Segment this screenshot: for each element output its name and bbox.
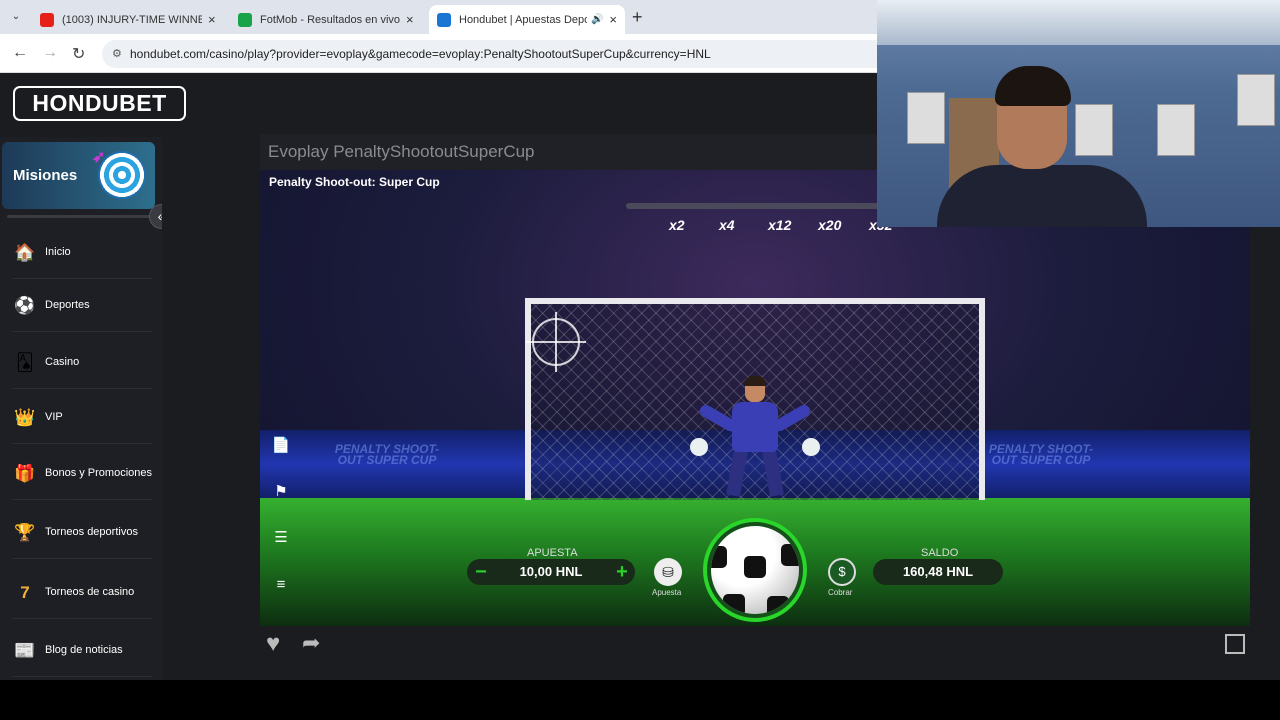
tab-close-icon[interactable]: × — [609, 12, 617, 27]
sidebar-item-label: Torneos deportivos — [45, 526, 138, 538]
tab-close-icon[interactable]: × — [406, 12, 414, 27]
history-list-icon[interactable]: ☰ — [271, 528, 291, 548]
sidebar-item-label: VIP — [45, 411, 63, 423]
multiplier-track: x2 x4 x12 x20 x32 — [626, 203, 906, 243]
sidebar-item-label: Casino — [45, 356, 80, 368]
screen: ⌄ (1003) INJURY-TIME WINNER C × FotMob -… — [0, 0, 1280, 720]
cashout-icon: $ — [838, 564, 846, 579]
multiplier-x12: x12 — [768, 217, 792, 233]
missions-label: Misiones — [13, 167, 78, 184]
sidebar-item-label: Inicio — [45, 246, 71, 258]
sidebar-item-label: Deportes — [45, 299, 90, 311]
sidebar-item-inicio[interactable]: 🏠 Inicio — [12, 227, 152, 279]
banner-text-right: PENALTY SHOOT-OUT SUPER CUP — [988, 442, 1094, 467]
multiplier-x4: x4 — [719, 217, 735, 233]
stake-button-label: Apuesta — [652, 588, 682, 597]
news-icon: 📰 — [14, 641, 36, 660]
slot-seven-icon: 7 — [20, 583, 30, 602]
browser-tab-youtube[interactable]: (1003) INJURY-TIME WINNER C × — [32, 5, 228, 34]
decrease-bet-button[interactable]: − — [468, 559, 494, 585]
multiplier-x2: x2 — [669, 217, 685, 233]
bet-amount-value: 10,00 HNL — [519, 564, 583, 579]
balance-field: 160,48 HNL — [873, 559, 1003, 585]
bet-label: APUESTA — [527, 547, 578, 559]
sidebar-item-casino[interactable]: 🂡 Casino — [12, 337, 152, 389]
sidebar-item-label: Torneos de casino — [45, 586, 135, 598]
balance-value: 160,48 HNL — [902, 564, 974, 579]
site-info-icon[interactable]: ⚙ — [112, 40, 122, 68]
menu-icon[interactable]: ≡ — [271, 575, 291, 595]
card-icon: 🂡 — [16, 353, 34, 372]
sidebar-item-label: Bonos y Promociones — [45, 467, 152, 479]
increase-bet-button[interactable]: + — [609, 559, 635, 585]
site-logo[interactable]: HONDUBET — [13, 86, 186, 121]
tab-close-icon[interactable]: × — [208, 12, 216, 27]
fullscreen-icon[interactable] — [1225, 634, 1245, 654]
url-field[interactable]: ⚙ hondubet.com/casino/play?provider=evop… — [102, 40, 892, 68]
screen-bottom-band — [0, 680, 1280, 720]
stake-coins-button[interactable]: ⛁ — [654, 558, 682, 586]
game-footer-bar — [260, 626, 1250, 661]
multiplier-x20: x20 — [818, 217, 842, 233]
youtube-favicon-icon — [40, 12, 54, 27]
aim-crosshair-icon[interactable] — [526, 312, 586, 372]
speaker-icon[interactable]: 🔊 — [591, 14, 603, 25]
sidebar-divider — [7, 215, 155, 218]
browser-tab-fotmob[interactable]: FotMob - Resultados en vivo de × — [230, 5, 426, 34]
crown-icon: 👑 — [14, 408, 36, 427]
sidebar-item-label: Blog de noticias — [45, 644, 123, 656]
game-header-title: Penalty Shoot-out: Super Cup — [269, 175, 440, 189]
tab-title: Hondubet | Apuestas Depo — [459, 13, 587, 26]
gift-icon: 🎁 — [14, 464, 36, 483]
tab-title: (1003) INJURY-TIME WINNER C — [62, 13, 202, 26]
fotmob-favicon-icon — [238, 12, 252, 27]
cashout-button[interactable]: $ — [828, 558, 856, 586]
sidebar-item-vip[interactable]: 👑 VIP — [12, 392, 152, 444]
dart-icon: ➶ — [92, 149, 106, 166]
balance-label: SALDO — [921, 547, 959, 559]
new-tab-button[interactable]: + — [632, 7, 643, 28]
tab-title: FotMob - Resultados en vivo de — [260, 13, 400, 26]
browser-tab-hondubet[interactable]: Hondubet | Apuestas Depo 🔊 × — [429, 5, 625, 34]
soccer-ball-icon[interactable] — [711, 526, 799, 614]
sidebar-item-bonos[interactable]: 🎁 Bonos y Promociones — [12, 448, 152, 500]
hondubet-favicon-icon — [437, 12, 451, 27]
sidebar-item-blog[interactable]: 📰 Blog de noticias — [12, 625, 152, 677]
favorite-heart-icon[interactable]: ♥ — [266, 630, 280, 658]
soccer-ball-icon: ⚽ — [14, 296, 36, 315]
missions-card[interactable]: Misiones ➶ — [2, 142, 155, 209]
rules-document-icon[interactable]: 📄 — [271, 436, 291, 456]
forward-arrow-icon[interactable]: → — [42, 44, 58, 62]
reload-icon[interactable]: ↻ — [72, 44, 85, 64]
goalkeeper — [690, 376, 820, 503]
cashout-button-label: Cobrar — [828, 588, 853, 597]
back-arrow-icon[interactable]: ← — [12, 44, 28, 62]
trophy-icon: 🏆 — [14, 523, 36, 542]
home-icon: 🏠 — [14, 243, 36, 262]
multiplier-progress-bar — [626, 203, 886, 209]
sidebar-item-torneos-casino[interactable]: 7 Torneos de casino — [12, 567, 152, 619]
flag-icon[interactable]: ⚑ — [271, 482, 291, 502]
sidebar-item-deportes[interactable]: ⚽ Deportes — [12, 280, 152, 332]
tab-search-chevron-icon[interactable]: ⌄ — [6, 7, 26, 27]
sidebar-item-torneos-deportivos[interactable]: 🏆 Torneos deportivos — [12, 507, 152, 559]
share-arrow-icon[interactable]: ➦ — [302, 630, 320, 656]
webcam-overlay — [877, 0, 1280, 227]
url-text: hondubet.com/casino/play?provider=evopla… — [130, 47, 711, 61]
banner-text-left: PENALTY SHOOT-OUT SUPER CUP — [334, 442, 440, 467]
coins-icon: ⛁ — [662, 564, 674, 580]
